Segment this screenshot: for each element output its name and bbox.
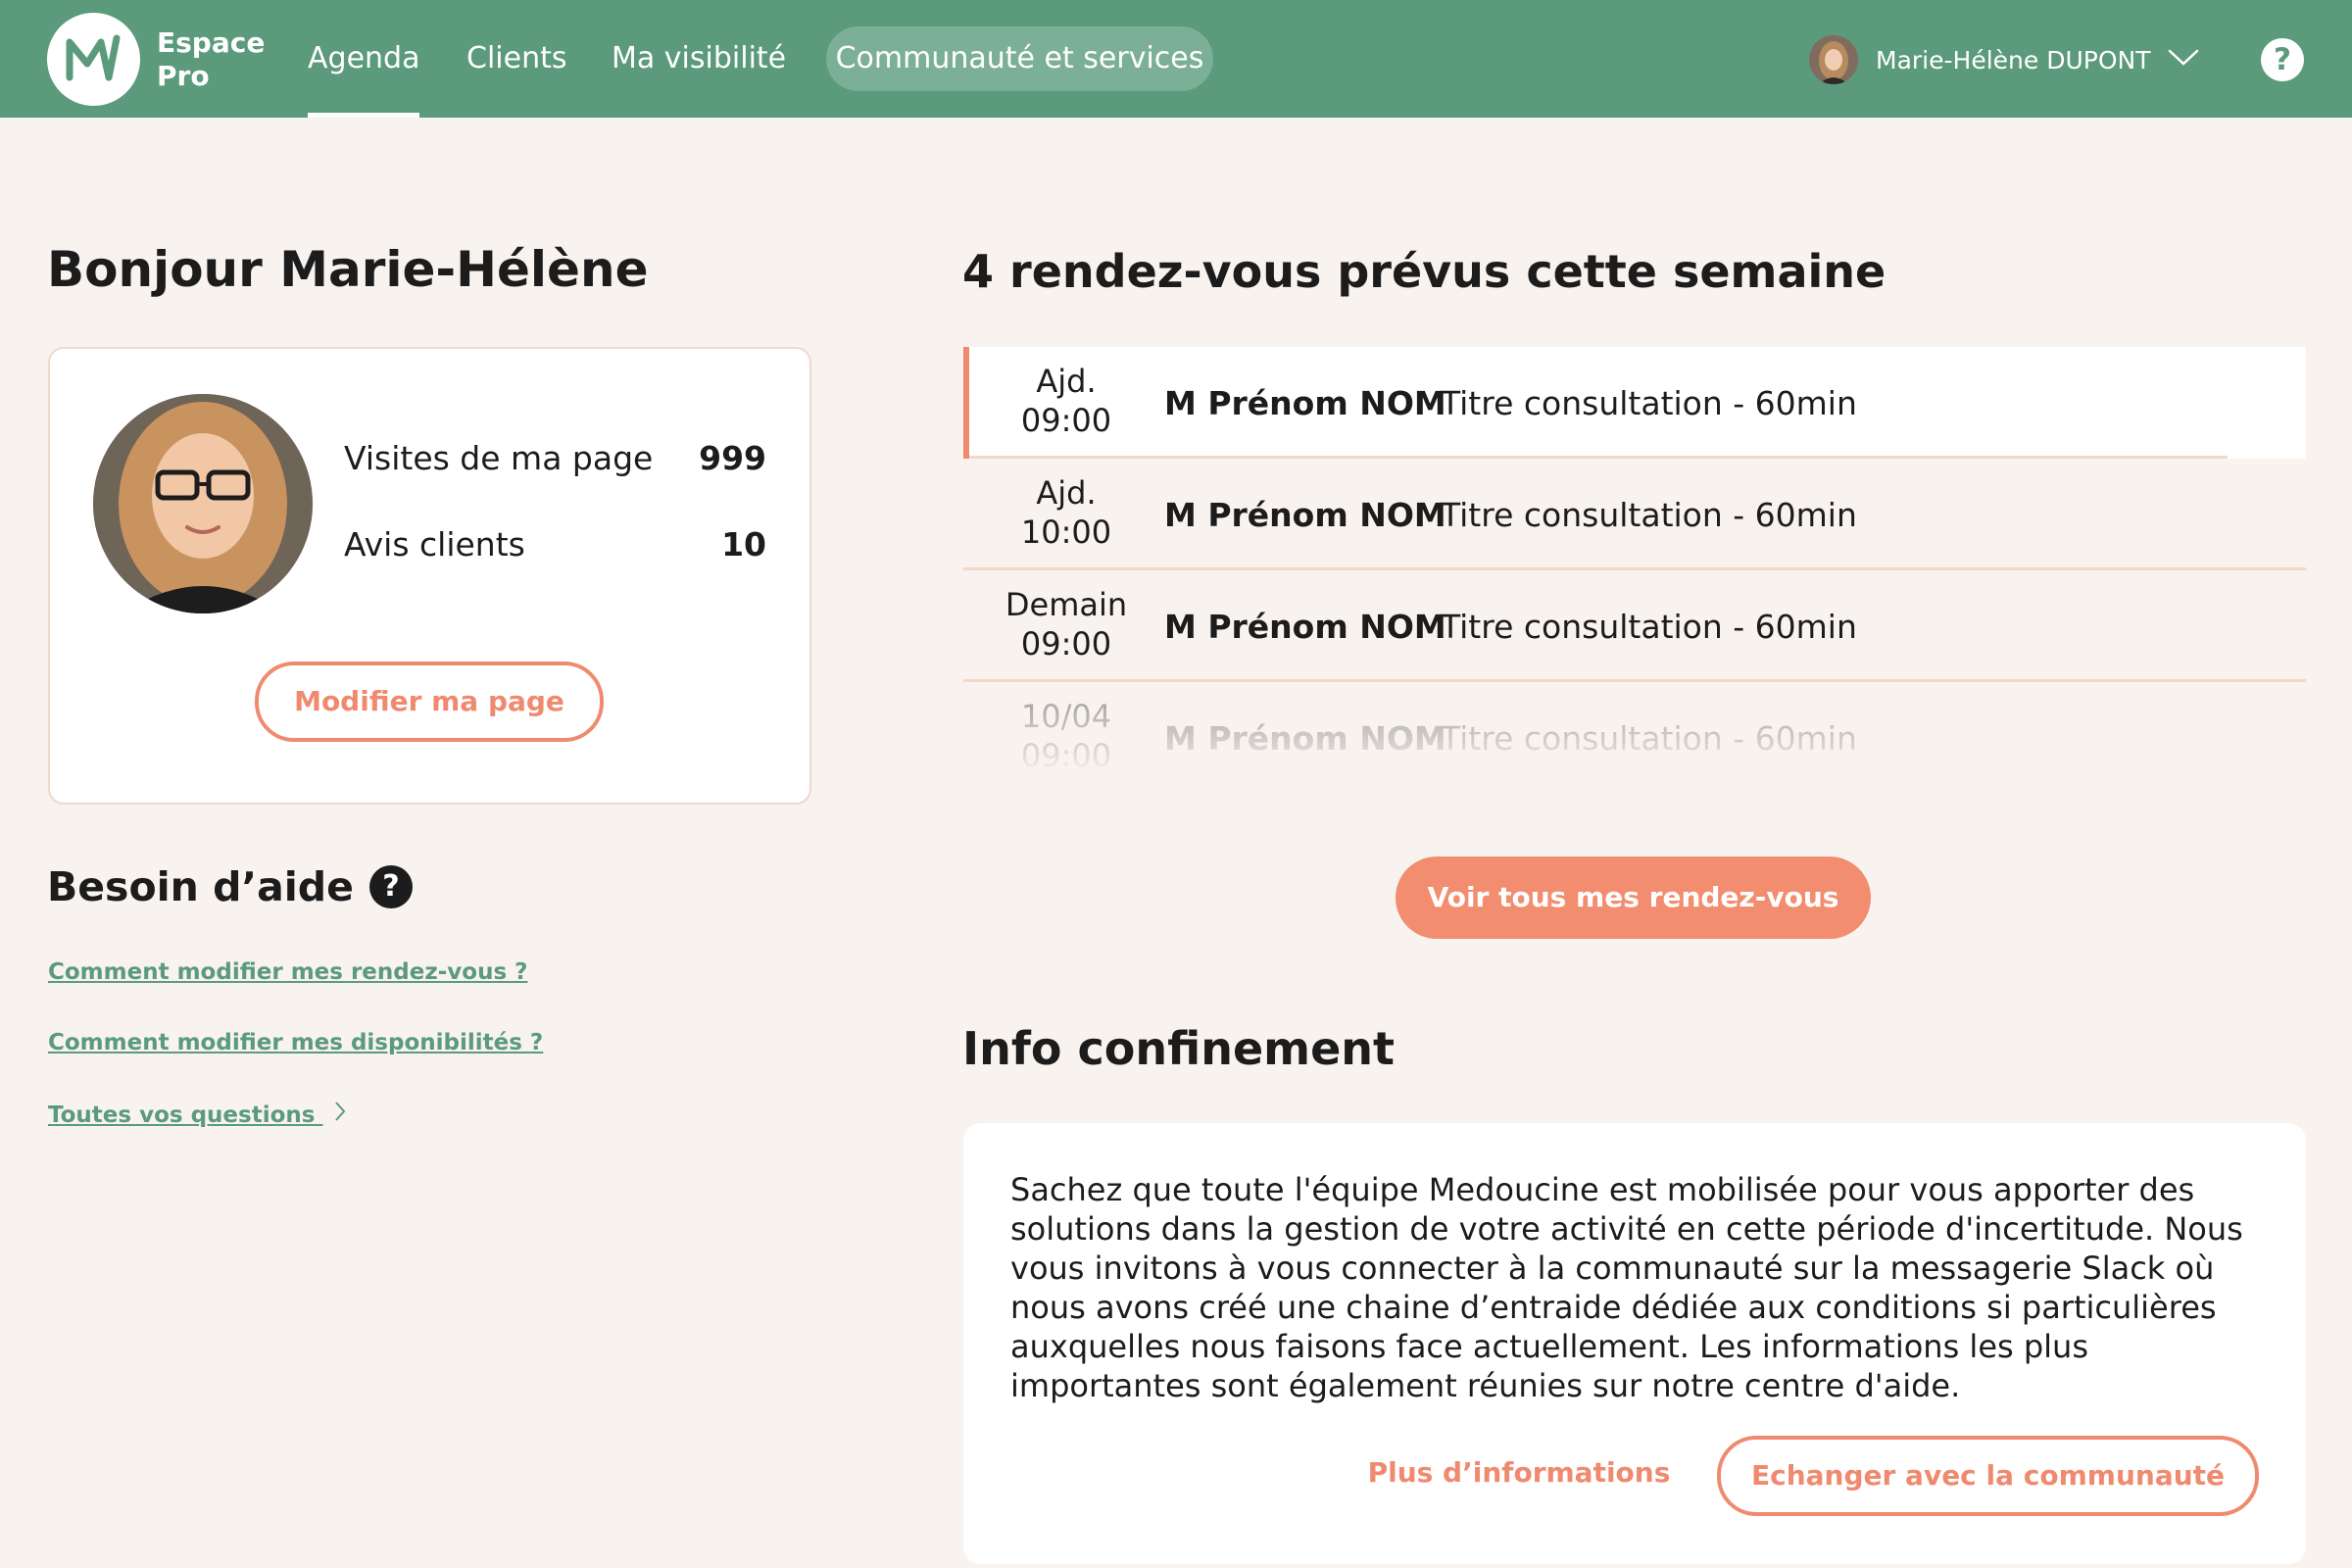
appointment-row[interactable]: 10/04 09:00 M Prénom NOM Titre consultat… bbox=[963, 682, 2306, 778]
community-button[interactable]: Echanger avec la communauté bbox=[1717, 1436, 2259, 1516]
appointment-time: 09:00 bbox=[1020, 402, 1112, 439]
chevron-down-icon bbox=[2168, 49, 2199, 71]
appointment-time: 09:00 bbox=[1020, 625, 1112, 662]
appointment-day: Ajd. bbox=[1036, 474, 1097, 512]
appointment-title: Titre consultation - 60min bbox=[1441, 496, 1857, 534]
brand-line-2: Pro bbox=[157, 60, 210, 92]
page-title: Bonjour Marie-Hélène bbox=[47, 241, 649, 298]
appointment-client: M Prénom NOM bbox=[1164, 496, 1446, 534]
user-avatar bbox=[1809, 35, 1858, 84]
profile-card: Visites de ma page 999 Avis clients 10 M… bbox=[48, 347, 811, 805]
info-title: Info confinement bbox=[962, 1022, 1396, 1075]
appointments-title: 4 rendez-vous prévus cette semaine bbox=[962, 245, 1886, 298]
stat-label-reviews: Avis clients bbox=[344, 525, 525, 564]
appointment-day: Demain bbox=[1004, 586, 1128, 623]
help-link-all-questions[interactable]: Toutes vos questions bbox=[48, 1101, 346, 1128]
stat-label-page-visits: Visites de ma page bbox=[344, 439, 654, 477]
help-icon[interactable]: ? bbox=[2261, 38, 2304, 81]
appointment-client: M Prénom NOM bbox=[1164, 719, 1446, 758]
info-text: Sachez que toute l'équipe Medoucine est … bbox=[1010, 1171, 2243, 1404]
nav-clients[interactable]: Clients bbox=[466, 0, 566, 118]
medoucine-logo-icon[interactable] bbox=[47, 13, 140, 106]
help-link-appointments[interactable]: Comment modifier mes rendez-vous ? bbox=[48, 959, 527, 985]
appointment-datetime: Ajd. 10:00 bbox=[963, 473, 1169, 552]
user-menu[interactable]: Marie-Hélène DUPONT bbox=[1809, 32, 2199, 87]
help-link-all-questions-label: Toutes vos questions bbox=[48, 1102, 316, 1128]
appointment-title: Titre consultation - 60min bbox=[1441, 384, 1857, 422]
help-title-text: Besoin d’aide bbox=[47, 863, 354, 910]
appointment-row[interactable]: Ajd. 09:00 M Prénom NOM Titre consultati… bbox=[963, 347, 2306, 459]
nav-communaute-et-services[interactable]: Communauté et services bbox=[826, 26, 1213, 91]
appointment-datetime: Ajd. 09:00 bbox=[963, 362, 1169, 440]
chevron-right-icon bbox=[334, 1101, 346, 1128]
appointment-title: Titre consultation - 60min bbox=[1441, 608, 1857, 646]
appointment-list: Ajd. 09:00 M Prénom NOM Titre consultati… bbox=[963, 347, 2306, 778]
brand-name: Espace Pro bbox=[157, 26, 265, 93]
top-navigation-bar: Espace Pro Agenda Clients Ma visibilité … bbox=[0, 0, 2352, 118]
profile-photo bbox=[93, 394, 313, 613]
appointment-time: 10:00 bbox=[1020, 514, 1112, 551]
info-card: Sachez que toute l'équipe Medoucine est … bbox=[963, 1123, 2306, 1564]
appointment-datetime: 10/04 09:00 bbox=[963, 697, 1169, 775]
help-icon: ? bbox=[368, 865, 413, 908]
appointment-day: 10/04 bbox=[1020, 698, 1112, 735]
nav-ma-visibilite[interactable]: Ma visibilité bbox=[612, 0, 786, 118]
stat-value-reviews: 10 bbox=[721, 525, 766, 564]
edit-page-button[interactable]: Modifier ma page bbox=[255, 662, 604, 742]
appointment-client: M Prénom NOM bbox=[1164, 608, 1446, 646]
appointment-row[interactable]: Ajd. 10:00 M Prénom NOM Titre consultati… bbox=[963, 459, 2306, 570]
appointment-time: 09:00 bbox=[1020, 737, 1112, 774]
user-name: Marie-Hélène DUPONT bbox=[1876, 45, 2151, 74]
help-section-title: Besoin d’aide ? bbox=[47, 863, 413, 910]
nav-agenda[interactable]: Agenda bbox=[308, 0, 420, 118]
appointment-title: Titre consultation - 60min bbox=[1441, 719, 1857, 758]
stat-value-page-visits: 999 bbox=[699, 439, 766, 477]
brand-line-1: Espace bbox=[157, 26, 266, 59]
appointment-day: Ajd. bbox=[1036, 363, 1097, 400]
more-info-link[interactable]: Plus d’informations bbox=[1357, 1456, 1681, 1489]
appointment-datetime: Demain 09:00 bbox=[963, 585, 1169, 663]
view-all-appointments-button[interactable]: Voir tous mes rendez-vous bbox=[1396, 857, 1871, 939]
help-link-availability[interactable]: Comment modifier mes disponibilités ? bbox=[48, 1030, 543, 1055]
appointment-client: M Prénom NOM bbox=[1164, 384, 1446, 422]
appointment-row[interactable]: Demain 09:00 M Prénom NOM Titre consulta… bbox=[963, 570, 2306, 682]
